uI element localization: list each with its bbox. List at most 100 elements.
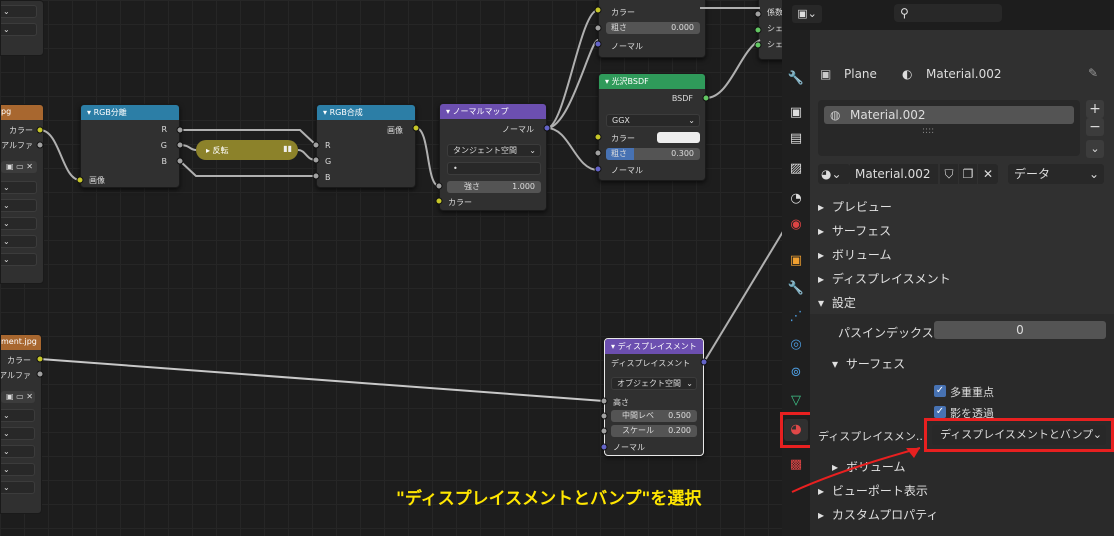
- link-dropdown[interactable]: データ ⌄: [1008, 164, 1104, 184]
- material-icon: ◐: [902, 67, 913, 81]
- distribution-dropdown[interactable]: GGX ⌄: [606, 114, 700, 127]
- material-name-field[interactable]: Material.002: [850, 164, 938, 184]
- transparent-shadow-checkbox[interactable]: ✓: [934, 406, 946, 418]
- space-dropdown[interactable]: タンジェント空間 ⌄: [447, 144, 541, 157]
- socket-label: 係数: [767, 8, 782, 17]
- field-label: 粗さ: [611, 23, 627, 32]
- dropdown[interactable]: ⌄: [1, 463, 35, 476]
- dropdown[interactable]: ⌄: [1, 181, 37, 194]
- panel-volume[interactable]: ▸ ボリューム: [818, 246, 891, 263]
- data-tab-icon[interactable]: ▽: [784, 390, 808, 412]
- panel-custom-properties[interactable]: ▸ カスタムプロパティ: [818, 506, 938, 523]
- add-slot-button[interactable]: +: [1086, 100, 1104, 118]
- constraints-tab-icon[interactable]: ⊚: [784, 362, 808, 384]
- normal-map-node[interactable]: ▾ ノーマルマップ ノーマル タンジェント空間 ⌄ • 強さ 1.000 カラー: [439, 103, 547, 211]
- node-editor[interactable]: pg カラー アルファ ▣ ▭ ✕ ⌄ ⌄ ⌄ ⌄ ⌄ ⌄ ⌄ ment.jpg…: [0, 0, 782, 536]
- image-texture-node-top[interactable]: pg カラー アルファ ▣ ▭ ✕ ⌄ ⌄ ⌄ ⌄ ⌄: [0, 104, 44, 284]
- roughness-field[interactable]: 粗さ 0.300: [606, 148, 700, 160]
- strength-field[interactable]: 強さ 1.000: [447, 181, 541, 193]
- bsdf-node-top[interactable]: カラー 粗さ 0.000 ノーマル: [598, 0, 706, 58]
- separate-rgb-node[interactable]: ▾ RGB分離 R G B 画像: [80, 104, 180, 188]
- dropdown[interactable]: ⌄: [1, 199, 37, 212]
- field-value: 0.200: [668, 426, 691, 435]
- glossy-bsdf-node[interactable]: ▾ 光沢BSDF BSDF GGX ⌄ カラー 粗さ 0.300 ノーマル: [598, 73, 706, 181]
- dropdown-value: GGX: [612, 116, 630, 125]
- dropdown[interactable]: ⌄: [1, 409, 35, 422]
- node-header: ▾ ディスプレイスメント: [605, 339, 703, 354]
- displacement-node[interactable]: ▾ ディスプレイスメント ディスプレイスメント オブジェクト空間 ⌄ 高さ 中間レ…: [604, 338, 704, 456]
- physics-tab-icon[interactable]: ◎: [784, 334, 808, 356]
- roughness-field[interactable]: 粗さ 0.000: [606, 22, 700, 34]
- scale-field[interactable]: スケール 0.200: [611, 425, 697, 437]
- world-tab-icon[interactable]: ◉: [784, 214, 808, 236]
- output-node-partial[interactable]: 係数 シェ シェ: [758, 0, 782, 60]
- annotation-text: "ディスプレイスメントとバンプ"を選択: [396, 489, 702, 509]
- node-partial-top[interactable]: ⌄ ⌄: [0, 0, 44, 56]
- multi-importance-checkbox[interactable]: ✓: [934, 385, 946, 397]
- panel-displacement[interactable]: ▸ ディスプレイスメント: [818, 270, 951, 287]
- output-tab-icon[interactable]: ▤: [784, 128, 808, 150]
- dropdown[interactable]: ⌄: [1, 217, 37, 230]
- invert-node-collapsed[interactable]: ▸ 反転 ▮▮: [196, 140, 298, 160]
- scene-tab-icon[interactable]: ◔: [784, 188, 808, 210]
- search-input[interactable]: ⚲: [894, 4, 1002, 22]
- material-slot-item[interactable]: ◍ Material.002: [824, 106, 1074, 124]
- dropdown[interactable]: ⌄: [1, 235, 37, 248]
- fake-user-icon[interactable]: ⛉: [940, 164, 958, 184]
- socket-label: ノーマル: [611, 42, 643, 51]
- socket-label: R: [325, 141, 331, 150]
- uv-map-field[interactable]: •: [447, 162, 541, 175]
- combine-rgb-node[interactable]: ▾ RGB合成 画像 R G B: [316, 104, 416, 188]
- resize-handle[interactable]: ::::: [922, 126, 934, 136]
- modifier-tab-icon[interactable]: 🔧: [784, 278, 808, 300]
- pass-index-field[interactable]: 0: [934, 321, 1106, 339]
- panel-preview[interactable]: ▸ プレビュー: [818, 198, 892, 215]
- material-slot-list[interactable]: ◍ Material.002 ::::: [818, 100, 1080, 156]
- slot-menu-button[interactable]: ⌄: [1086, 140, 1104, 158]
- node-header: pg: [1, 105, 43, 120]
- socket-label: BSDF: [671, 94, 693, 103]
- dropdown-highlight: [924, 418, 1114, 452]
- pin-icon[interactable]: ✎: [1088, 66, 1098, 80]
- object-tab-icon[interactable]: ▣: [784, 250, 808, 272]
- image-browse[interactable]: ▣ ▭ ✕: [1, 391, 35, 403]
- view-layer-tab-icon[interactable]: ▨: [784, 158, 808, 180]
- remove-slot-button[interactable]: −: [1086, 118, 1104, 136]
- dropdown[interactable]: ⌄: [1, 445, 35, 458]
- duplicate-icon[interactable]: ❐: [959, 164, 977, 184]
- socket-label: ノーマル: [613, 443, 645, 452]
- dropdown[interactable]: ⌄: [1, 427, 35, 440]
- annotation-arrow-icon: [791, 447, 921, 493]
- panel-settings[interactable]: ▾ 設定: [818, 294, 856, 311]
- image-texture-node-bottom[interactable]: ment.jpg カラー アルファ ▣ ▭ ✕ ⌄ ⌄ ⌄ ⌄ ⌄: [0, 334, 42, 514]
- panel-surface[interactable]: ▸ サーフェス: [818, 222, 891, 239]
- sphere-icon: ◍: [830, 108, 841, 122]
- panel-label: カスタムプロパティ: [831, 508, 939, 522]
- unlink-icon[interactable]: ✕: [978, 164, 998, 184]
- editor-type-button[interactable]: ▣⌄: [792, 5, 822, 23]
- render-tab-icon[interactable]: ▣: [784, 102, 808, 124]
- dropdown-value: オブジェクト空間: [617, 379, 681, 388]
- socket-label: シェ: [767, 24, 782, 33]
- space-dropdown[interactable]: オブジェクト空間 ⌄: [611, 377, 697, 390]
- socket-label: カラー: [611, 8, 635, 17]
- socket-label: カラー: [9, 126, 33, 135]
- dropdown[interactable]: ⌄: [1, 23, 37, 36]
- subpanel-surface[interactable]: ▾ サーフェス: [832, 355, 905, 372]
- node-title: RGB合成: [329, 108, 363, 117]
- color-swatch[interactable]: [657, 132, 700, 143]
- panel-label: サーフェス: [831, 224, 892, 238]
- browse-material-button[interactable]: ◕⌄: [818, 164, 850, 184]
- dropdown[interactable]: ⌄: [1, 5, 37, 18]
- node-title: ディスプレイスメント: [617, 342, 697, 351]
- object-name: Plane: [844, 67, 877, 81]
- dropdown[interactable]: ⌄: [1, 253, 37, 266]
- particles-tab-icon[interactable]: ⋰: [784, 306, 808, 328]
- socket-label: G: [160, 141, 167, 150]
- dropdown[interactable]: ⌄: [1, 481, 35, 494]
- tool-tab-icon[interactable]: 🔧: [784, 68, 808, 90]
- image-browse[interactable]: ▣ ▭ ✕: [1, 161, 37, 173]
- socket-label: ノーマル: [502, 125, 534, 134]
- node-title: ノーマルマップ: [452, 107, 509, 116]
- midlevel-field[interactable]: 中間レベ 0.500: [611, 410, 697, 422]
